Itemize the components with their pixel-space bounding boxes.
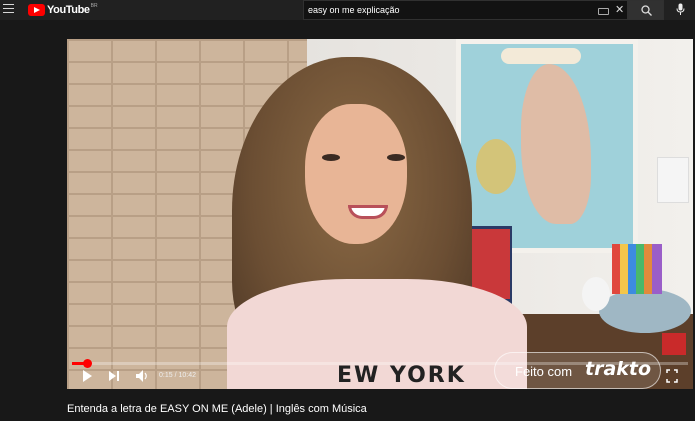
masthead: YouTube BR easy on me explicação ✕ [0,0,695,20]
youtube-page: YouTube BR easy on me explicação ✕ EW YO… [0,0,695,421]
watermark-label: Feito com [515,364,573,379]
shirt-print: EW YORK [337,363,466,388]
scrubber-handle[interactable] [83,359,92,368]
youtube-logo[interactable]: YouTube BR [28,3,98,17]
mic-icon[interactable] [676,3,685,16]
video-title: Entenda a letra de EASY ON ME (Adele) | … [67,403,367,415]
logo-country-code: BR [90,3,98,9]
light-switch [657,157,689,203]
progress-bar[interactable] [72,359,688,368]
search-button[interactable] [628,0,664,20]
british-isles-map [456,39,638,253]
time-display: 0:15 / 10:42 [159,372,196,379]
clear-icon[interactable]: ✕ [615,3,624,17]
next-icon[interactable] [108,368,120,384]
play-icon[interactable] [81,368,93,384]
panda-toy [582,277,610,311]
globe [599,289,691,333]
search-query: easy on me explicação [308,5,400,15]
logo-text: YouTube [47,4,90,16]
channel-logo [662,333,686,355]
pencil-cup [612,244,662,294]
volume-icon[interactable] [135,368,149,384]
fullscreen-icon[interactable] [666,368,678,384]
keyboard-icon[interactable] [598,8,609,15]
search-icon [641,5,652,16]
video-player[interactable]: EW YORK Feito com trakto 0:15 / 10:42 [67,39,693,389]
youtube-play-icon [28,4,45,16]
search-input[interactable]: easy on me explicação ✕ [303,0,628,20]
trakto-watermark: Feito com trakto [494,352,661,389]
menu-icon[interactable] [3,4,14,14]
